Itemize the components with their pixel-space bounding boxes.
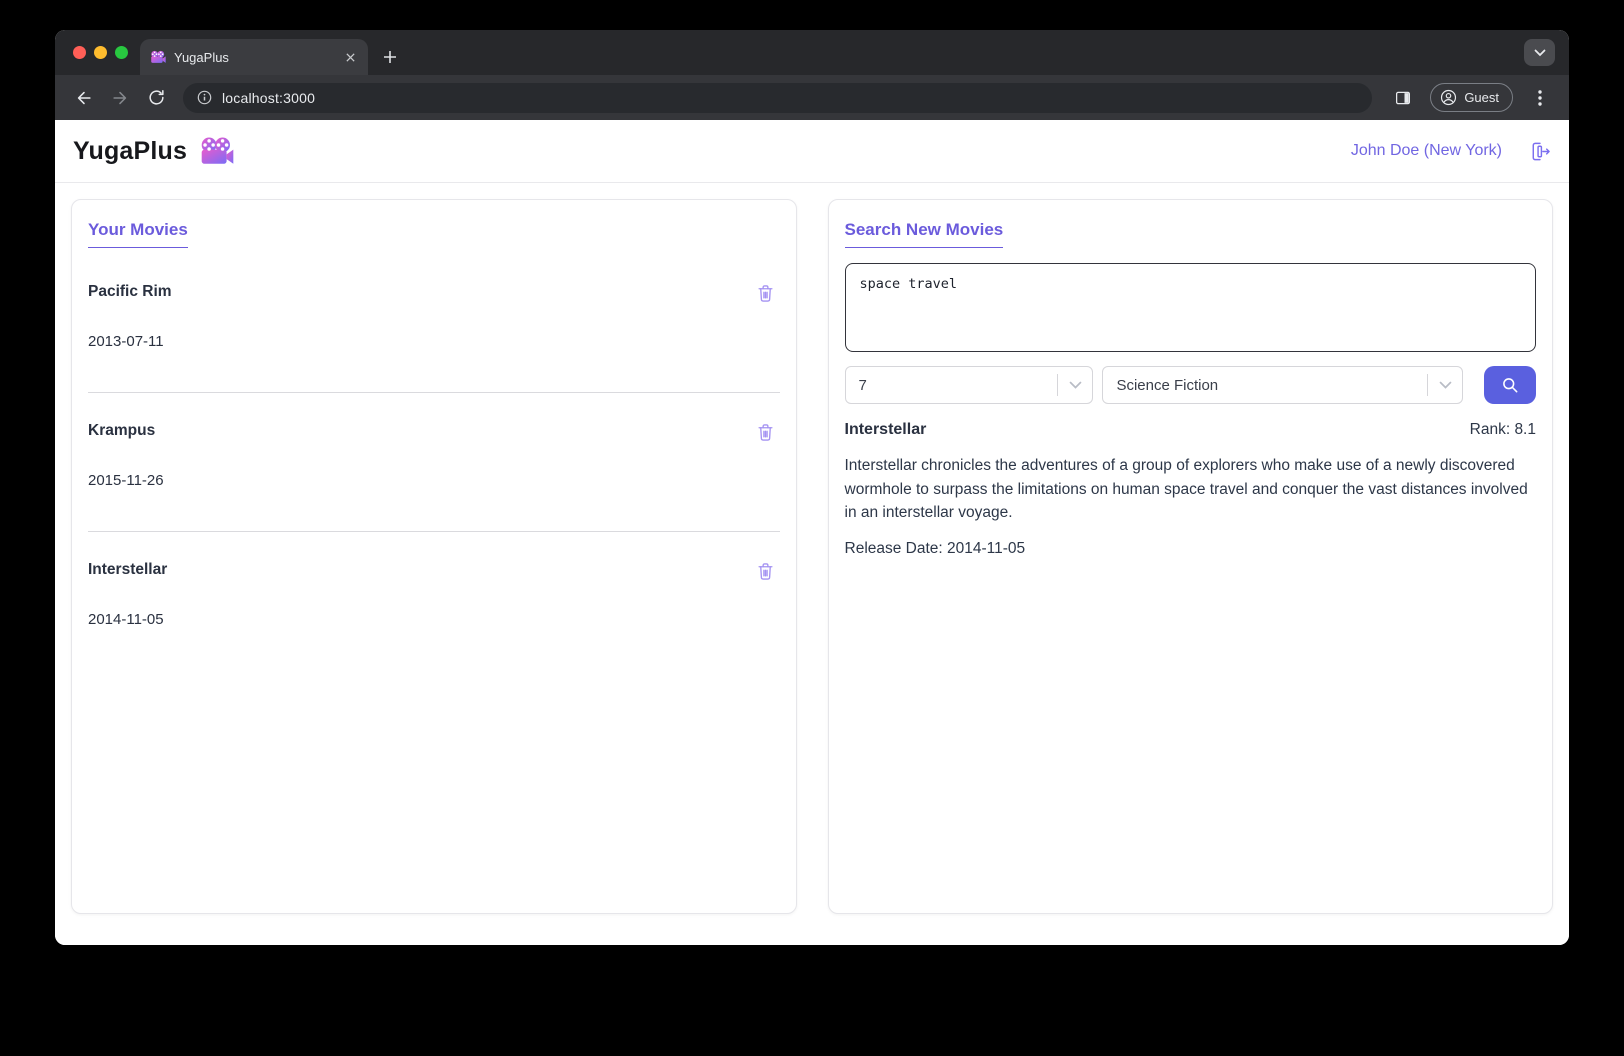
window-controls	[73, 46, 128, 59]
movie-list: Pacific Rim 2013-07-11	[88, 254, 780, 670]
maximize-window-button[interactable]	[115, 46, 128, 59]
browser-menu-icon[interactable]	[1525, 83, 1555, 113]
result-description: Interstellar chronicles the adventures o…	[845, 454, 1537, 525]
delete-movie-button[interactable]	[756, 422, 775, 443]
app-header: YugaPlus	[55, 120, 1569, 183]
browser-tab-strip: YugaPlus	[55, 30, 1569, 75]
browser-profile-button[interactable]: Guest	[1430, 83, 1513, 112]
delete-movie-button[interactable]	[756, 561, 775, 582]
movie-camera-logo-icon	[199, 136, 234, 166]
rank-select-value: 7	[859, 377, 1058, 394]
browser-window: YugaPlus localhost:3000	[55, 30, 1569, 945]
genre-select-value: Science Fiction	[1116, 377, 1427, 394]
rank-select[interactable]: 7	[845, 366, 1094, 404]
search-result-header: Interstellar Rank: 8.1	[845, 421, 1537, 439]
address-bar[interactable]: localhost:3000	[183, 83, 1372, 113]
profile-label: Guest	[1464, 90, 1499, 105]
movie-release-date: 2015-11-26	[88, 472, 780, 489]
yugaplus-app: YugaPlus	[55, 120, 1569, 945]
search-movies-panel: Search New Movies space travel 7 Science…	[828, 199, 1554, 914]
tab-close-icon[interactable]	[342, 49, 358, 65]
brand-name: YugaPlus	[73, 137, 187, 166]
movie-release-date: 2013-07-11	[88, 333, 780, 350]
profile-avatar-icon	[1440, 89, 1457, 106]
user-profile-link[interactable]: John Doe (New York)	[1351, 142, 1502, 160]
search-button[interactable]	[1484, 366, 1536, 404]
new-tab-button[interactable]	[376, 43, 404, 71]
movie-release-date: 2014-11-05	[88, 611, 780, 628]
close-window-button[interactable]	[73, 46, 86, 59]
back-button[interactable]	[69, 83, 99, 113]
minimize-window-button[interactable]	[94, 46, 107, 59]
forward-button[interactable]	[105, 83, 135, 113]
browser-toolbar: localhost:3000 Guest	[55, 75, 1569, 120]
genre-select[interactable]: Science Fiction	[1102, 366, 1463, 404]
browser-tab-yugaplus[interactable]: YugaPlus	[140, 39, 368, 75]
chevron-down-icon	[1058, 381, 1092, 389]
movie-item-interstellar: Interstellar 2014-11-05	[88, 531, 780, 670]
result-release-date: Release Date: 2014-11-05	[845, 540, 1537, 558]
main-content: Your Movies Pacific Rim	[55, 183, 1569, 945]
result-movie-title: Interstellar	[845, 421, 927, 439]
chevron-down-icon	[1428, 381, 1462, 389]
movie-title: Pacific Rim	[88, 283, 172, 301]
movie-item-pacific-rim: Pacific Rim 2013-07-11	[88, 254, 780, 392]
movie-title: Interstellar	[88, 561, 167, 579]
brand: YugaPlus	[73, 136, 234, 166]
search-icon	[1500, 375, 1520, 395]
delete-movie-button[interactable]	[756, 283, 775, 304]
header-right: John Doe (New York)	[1351, 140, 1551, 163]
tab-title: YugaPlus	[174, 50, 334, 65]
tab-search-chevron-button[interactable]	[1524, 39, 1555, 66]
logout-icon[interactable]	[1528, 140, 1551, 163]
site-info-icon[interactable]	[197, 90, 212, 105]
search-controls: 7 Science Fiction	[845, 366, 1537, 404]
search-query-textarea[interactable]: space travel	[845, 263, 1537, 352]
movie-title: Krampus	[88, 422, 155, 440]
your-movies-panel: Your Movies Pacific Rim	[71, 199, 797, 914]
result-rank: Rank: 8.1	[1470, 421, 1536, 439]
reload-button[interactable]	[141, 83, 171, 113]
url-text: localhost:3000	[222, 90, 315, 106]
your-movies-title: Your Movies	[88, 220, 188, 248]
search-movies-title: Search New Movies	[845, 220, 1004, 248]
movie-item-krampus: Krampus 2015-11-26	[88, 392, 780, 531]
tab-favicon-movie-camera-icon	[150, 50, 166, 64]
side-panel-icon[interactable]	[1388, 83, 1418, 113]
